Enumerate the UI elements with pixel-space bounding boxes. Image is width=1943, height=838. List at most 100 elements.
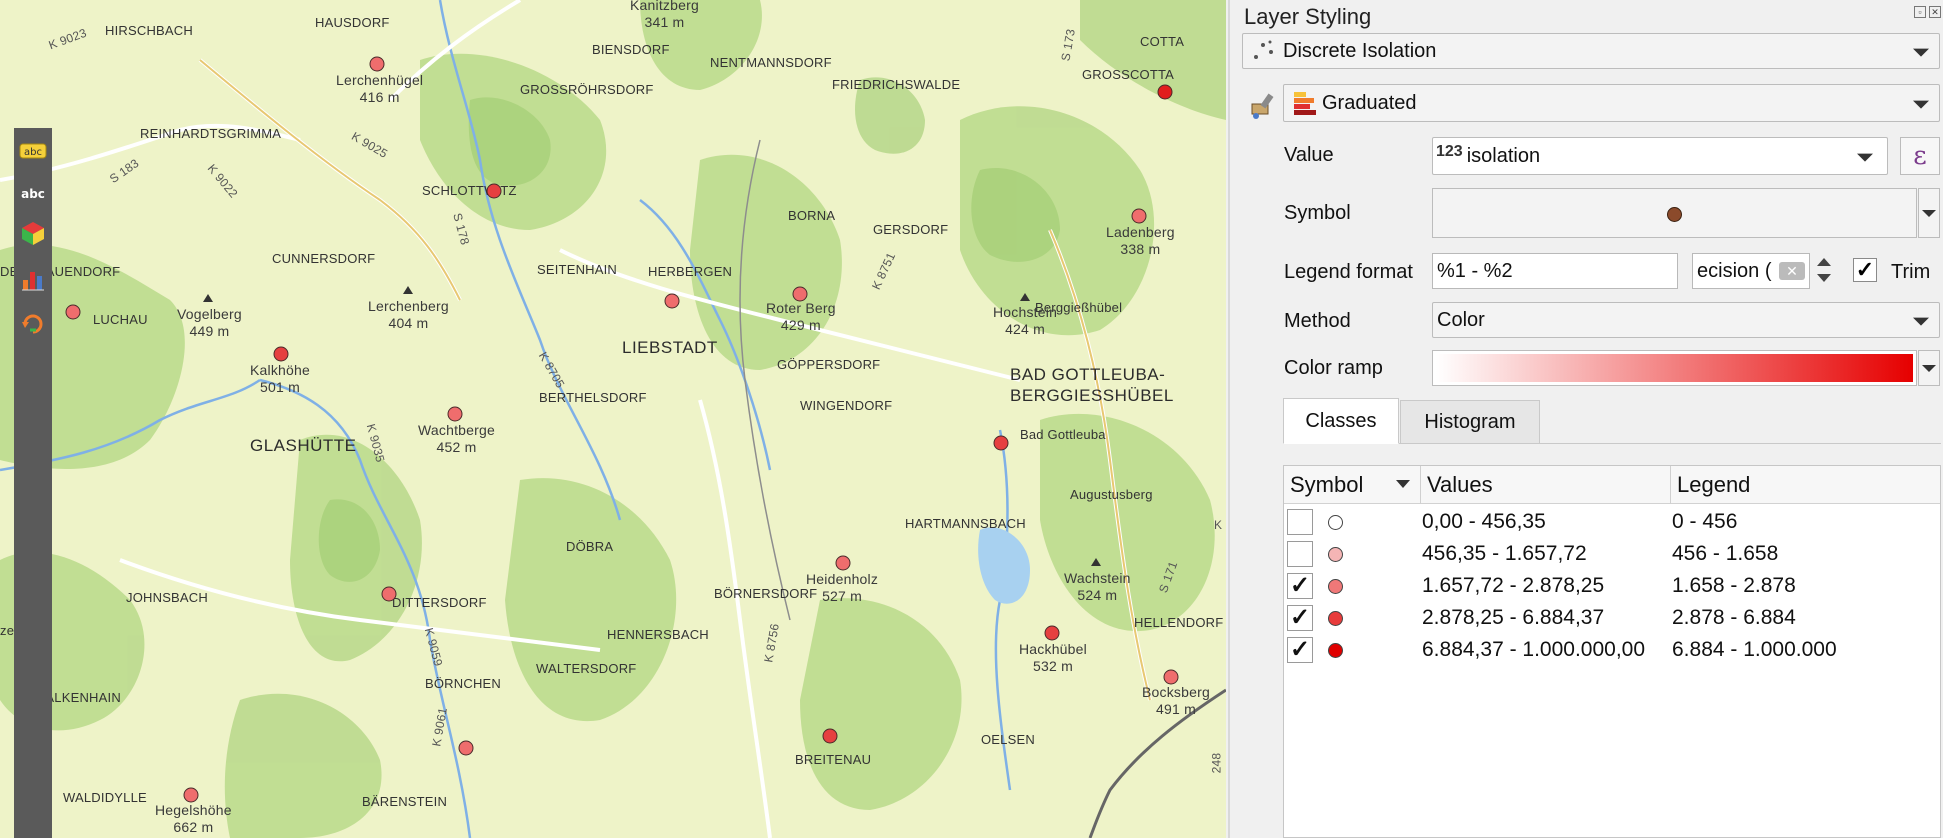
class-symbol[interactable] — [1328, 643, 1343, 658]
renderer-select[interactable]: Graduated — [1283, 84, 1940, 122]
tab-classes[interactable]: Classes — [1283, 398, 1399, 444]
isolation-point[interactable] — [273, 346, 289, 362]
sort-indicator-icon — [1396, 480, 1410, 488]
road-label: 248 — [1209, 752, 1224, 774]
class-legend[interactable]: 1.658 - 2.878 — [1672, 574, 1796, 598]
symbol-dropdown[interactable] — [1918, 188, 1940, 238]
class-symbol[interactable] — [1328, 547, 1343, 562]
place-label: HERBERGEN — [648, 264, 733, 279]
column-header-symbol[interactable]: Symbol — [1284, 466, 1421, 504]
chevron-up-icon[interactable] — [1817, 258, 1831, 266]
class-symbol[interactable] — [1328, 611, 1343, 626]
isolation-point[interactable] — [1163, 669, 1179, 685]
diagram-icon[interactable] — [19, 266, 47, 292]
isolation-point[interactable] — [447, 406, 463, 422]
town-label: BERGGIESSHÜBEL — [1010, 386, 1174, 405]
3d-view-icon[interactable] — [19, 220, 47, 246]
peak-label: Bocksberg 491 m — [1142, 684, 1210, 717]
class-values[interactable]: 1.657,72 - 2.878,25 — [1422, 574, 1604, 598]
isolation-point[interactable] — [664, 293, 680, 309]
color-ramp-preview — [1436, 354, 1913, 382]
masks-icon[interactable]: abc — [19, 180, 47, 206]
value-field-select[interactable]: 123 isolation — [1432, 137, 1888, 175]
method-select[interactable]: Color — [1432, 302, 1940, 338]
place-label: Bad Gottleuba — [1020, 427, 1106, 442]
peak-label: Vogelberg 449 m — [177, 306, 242, 339]
class-checkbox[interactable]: ✓ — [1287, 637, 1313, 663]
class-values[interactable]: 0,00 - 456,35 — [1422, 510, 1546, 534]
peak-marker-icon — [203, 294, 213, 302]
clear-icon[interactable]: ✕ — [1779, 262, 1805, 280]
legend-format-input[interactable]: %1 - %2 — [1432, 253, 1678, 289]
peak-label: Heidenholz 527 m — [806, 571, 879, 604]
class-checkbox[interactable] — [1287, 541, 1313, 567]
peak-label: Ladenberg 338 m — [1106, 224, 1175, 257]
class-values[interactable]: 2.878,25 - 6.884,37 — [1422, 606, 1604, 630]
float-icon[interactable]: ▫ — [1914, 6, 1926, 18]
table-row[interactable]: 0,00 - 456,35 0 - 456 — [1284, 506, 1940, 538]
precision-text: ecision ( — [1697, 259, 1772, 282]
place-label: GÖPPERSDORF — [777, 357, 881, 372]
expression-button[interactable]: ε — [1900, 137, 1940, 175]
trim-label: Trim — [1891, 261, 1931, 283]
labels-icon[interactable]: abc — [19, 138, 47, 164]
class-values[interactable]: 456,35 - 1.657,72 — [1422, 542, 1587, 566]
class-checkbox[interactable]: ✓ — [1287, 605, 1313, 631]
history-icon[interactable] — [19, 310, 47, 336]
isolation-point[interactable] — [381, 586, 397, 602]
place-label: WALTERSDORF — [536, 661, 637, 676]
class-checkbox[interactable]: ✓ — [1287, 573, 1313, 599]
place-label: BÖRNERSDORF — [714, 586, 818, 601]
layer-select[interactable]: Discrete Isolation — [1242, 33, 1940, 69]
isolation-point[interactable] — [1131, 208, 1147, 224]
graduated-icon — [1294, 92, 1316, 115]
isolation-point[interactable] — [458, 740, 474, 756]
isolation-point[interactable] — [993, 435, 1009, 451]
isolation-point[interactable] — [486, 183, 502, 199]
isolation-point[interactable] — [65, 304, 81, 320]
class-legend[interactable]: 2.878 - 6.884 — [1672, 606, 1796, 630]
class-legend[interactable]: 0 - 456 — [1672, 510, 1737, 534]
class-values[interactable]: 6.884,37 - 1.000.000,00 — [1422, 638, 1645, 662]
precision-spinner[interactable] — [1812, 253, 1838, 289]
color-ramp-dropdown[interactable] — [1918, 350, 1940, 386]
class-legend[interactable]: 456 - 1.658 — [1672, 542, 1778, 566]
peak-label: Lerchenhügel 416 m — [336, 72, 424, 105]
column-header-values[interactable]: Values — [1421, 466, 1671, 504]
isolation-point[interactable] — [835, 555, 851, 571]
class-checkbox[interactable] — [1287, 509, 1313, 535]
isolation-point[interactable] — [822, 728, 838, 744]
peak-label: Wachstein 524 m — [1064, 570, 1131, 603]
class-symbol[interactable] — [1328, 579, 1343, 594]
precision-input[interactable]: ecision ( ✕ — [1692, 253, 1810, 289]
table-row[interactable]: ✓ 2.878,25 - 6.884,37 2.878 - 6.884 — [1284, 602, 1940, 634]
town-label: GLASHÜTTE — [250, 436, 357, 455]
peak-label: Kanitzberg 341 m — [630, 0, 699, 30]
isolation-point[interactable] — [183, 787, 199, 803]
isolation-point[interactable] — [792, 286, 808, 302]
trim-checkbox[interactable]: ✓ — [1853, 258, 1877, 282]
map-canvas[interactable]: HIRSCHBACH HAUSDORF BIENSDORF NENTMANNSD… — [0, 0, 1226, 838]
place-label: WINGENDORF — [800, 398, 893, 413]
column-header-legend[interactable]: Legend — [1671, 466, 1942, 504]
table-row[interactable]: ✓ 1.657,72 - 2.878,25 1.658 - 2.878 — [1284, 570, 1940, 602]
isolation-point[interactable] — [1044, 625, 1060, 641]
dock-controls: ▫ ✕ — [1914, 6, 1941, 18]
chevron-down-icon — [1913, 100, 1929, 109]
place-label: OELSEN — [981, 732, 1035, 747]
color-ramp-button[interactable] — [1432, 350, 1917, 386]
class-symbol[interactable] — [1328, 515, 1343, 530]
symbol-button[interactable] — [1432, 188, 1917, 238]
tab-histogram[interactable]: Histogram — [1400, 400, 1540, 444]
place-label: WALDIDYLLE — [63, 790, 147, 805]
place-label: COTTA — [1140, 34, 1185, 49]
class-legend[interactable]: 6.884 - 1.000.000 — [1672, 638, 1837, 662]
isolation-point[interactable] — [369, 56, 385, 72]
isolation-point[interactable] — [1157, 84, 1173, 100]
close-icon[interactable]: ✕ — [1929, 6, 1941, 18]
table-row[interactable]: 456,35 - 1.657,72 456 - 1.658 — [1284, 538, 1940, 570]
method-label: Method — [1284, 310, 1351, 332]
chevron-down-icon[interactable] — [1817, 274, 1831, 282]
place-label: BÄRENSTEIN — [362, 794, 448, 809]
table-row[interactable]: ✓ 6.884,37 - 1.000.000,00 6.884 - 1.000.… — [1284, 634, 1940, 666]
